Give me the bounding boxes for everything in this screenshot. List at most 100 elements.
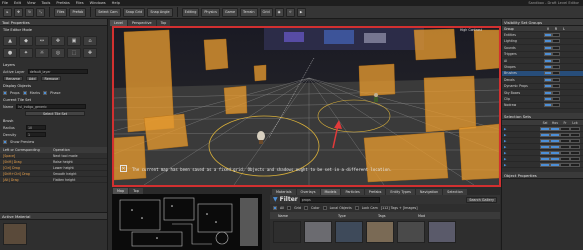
menu-file[interactable]: File <box>2 1 8 5</box>
expand-icon[interactable]: ▶ <box>504 151 540 155</box>
selection-toggle-checkbox[interactable] <box>560 156 570 161</box>
visible-checkbox[interactable] <box>544 96 552 101</box>
menu-view[interactable]: View <box>27 1 36 5</box>
selection-toggle-checkbox[interactable] <box>540 126 550 131</box>
visible-checkbox[interactable] <box>544 71 552 76</box>
select-icon[interactable]: ▸ <box>3 7 12 17</box>
tool-button[interactable]: ▣ <box>67 36 81 46</box>
tile-set-name-field[interactable]: lvl_indigo_generic <box>16 104 87 109</box>
radius-field[interactable]: 10 <box>26 125 46 130</box>
remove-layer-button[interactable]: Remove <box>41 76 62 81</box>
selection-toggle-checkbox[interactable] <box>570 126 580 131</box>
asset-thumbnail[interactable] <box>366 221 394 243</box>
material-preview[interactable] <box>3 223 27 245</box>
grid-checkbox[interactable] <box>287 206 292 210</box>
light-icon[interactable]: ☼ <box>285 7 295 17</box>
add-layer-button[interactable]: Add <box>25 76 39 81</box>
move-icon[interactable]: ✥ <box>14 7 23 17</box>
tool-button[interactable]: ● <box>3 48 17 58</box>
asset-thumbnail[interactable] <box>397 221 425 243</box>
selection-toggle-checkbox[interactable] <box>550 132 560 137</box>
asset-thumbnail[interactable] <box>304 221 332 243</box>
display-marks-checkbox[interactable] <box>22 90 27 95</box>
tool-button[interactable]: ⬚ <box>67 48 81 58</box>
menu-edit[interactable]: Edit <box>14 1 21 5</box>
snap-grid-button[interactable]: Snap Grid <box>122 7 146 17</box>
lock-cam-checkbox[interactable] <box>354 206 359 210</box>
selection-toggle-checkbox[interactable] <box>550 162 560 167</box>
selection-set-row[interactable]: ▶ <box>502 162 583 169</box>
menu-files[interactable]: Files <box>76 1 84 5</box>
display-phase-checkbox[interactable] <box>43 90 48 95</box>
tool-button[interactable]: ☼ <box>35 48 49 58</box>
show-preview-checkbox[interactable] <box>3 139 7 144</box>
selection-toggle-checkbox[interactable] <box>540 156 550 161</box>
close-icon[interactable]: ✕ <box>120 165 127 172</box>
camera-icon[interactable]: ◉ <box>274 7 284 17</box>
files-button[interactable]: Files <box>54 7 68 17</box>
menu-windows[interactable]: Windows <box>90 1 106 5</box>
selection-toggle-checkbox[interactable] <box>560 126 570 131</box>
density-field[interactable]: 1 <box>26 132 46 137</box>
selection-toggle-checkbox[interactable] <box>570 156 580 161</box>
tool-button[interactable]: ✚ <box>83 48 97 58</box>
visible-checkbox[interactable] <box>544 90 552 95</box>
col-name[interactable]: Name <box>270 214 330 218</box>
select-cam-button[interactable]: Select Cam <box>95 7 121 17</box>
selection-toggle-checkbox[interactable] <box>560 132 570 137</box>
selection-toggle-checkbox[interactable] <box>540 162 550 167</box>
selection-toggle-checkbox[interactable] <box>560 162 570 167</box>
selection-toggle-checkbox[interactable] <box>540 150 550 155</box>
grid-button[interactable]: Grid <box>259 7 273 17</box>
rename-layer-button[interactable]: Rename <box>3 76 23 81</box>
all-checkbox[interactable] <box>273 206 277 210</box>
snap-angle-button[interactable]: Snap Angle <box>147 7 173 17</box>
selection-toggle-checkbox[interactable] <box>550 144 560 149</box>
list-item[interactable]: Nodraw <box>502 103 583 110</box>
3d-viewport[interactable] <box>112 26 501 187</box>
terrain-button[interactable]: Terrain <box>240 7 258 17</box>
col-mod[interactable]: Mod <box>410 214 450 218</box>
visible-checkbox[interactable] <box>544 65 552 70</box>
selection-toggle-checkbox[interactable] <box>540 144 550 149</box>
visible-checkbox[interactable] <box>544 45 552 50</box>
tool-button[interactable]: ✦ <box>19 48 33 58</box>
expand-icon[interactable]: ▶ <box>504 139 540 143</box>
play-icon[interactable]: ▶ <box>296 7 306 17</box>
selection-toggle-checkbox[interactable] <box>570 132 580 137</box>
selection-toggle-checkbox[interactable] <box>560 138 570 143</box>
local-objects-checkbox[interactable] <box>322 206 327 210</box>
scale-icon[interactable]: ⤡ <box>36 7 45 17</box>
search-input[interactable]: props <box>299 196 380 203</box>
visible-checkbox[interactable] <box>544 84 552 89</box>
display-props-checkbox[interactable] <box>3 90 7 95</box>
rotate-icon[interactable]: ↻ <box>25 7 34 17</box>
asset-thumbnail[interactable] <box>335 221 363 243</box>
selection-toggle-checkbox[interactable] <box>570 144 580 149</box>
game-button[interactable]: Game <box>221 7 239 17</box>
minimap-view[interactable] <box>112 194 262 250</box>
asset-thumbnail[interactable] <box>273 221 301 243</box>
expand-icon[interactable]: ▶ <box>504 157 540 161</box>
tool-button[interactable]: ✥ <box>51 36 65 46</box>
selection-toggle-checkbox[interactable] <box>560 144 570 149</box>
visible-checkbox[interactable] <box>544 58 552 63</box>
visible-checkbox[interactable] <box>544 52 552 57</box>
asset-thumbnail[interactable] <box>428 221 456 243</box>
expand-icon[interactable]: ▶ <box>504 163 540 167</box>
menu-help[interactable]: Help <box>112 1 120 5</box>
menu-prefabs[interactable]: Prefabs <box>56 1 69 5</box>
physics-button[interactable]: Physics <box>201 7 220 17</box>
tool-button[interactable]: ◎ <box>51 48 65 58</box>
active-layer-select[interactable]: default_layer <box>27 69 88 74</box>
expand-icon[interactable]: ▶ <box>504 145 540 149</box>
tool-button[interactable]: ◆ <box>19 36 33 46</box>
visible-checkbox[interactable] <box>544 39 552 44</box>
selection-toggle-checkbox[interactable] <box>540 132 550 137</box>
expand-icon[interactable]: ▶ <box>504 133 540 137</box>
menu-tools[interactable]: Tools <box>42 1 51 5</box>
selection-toggle-checkbox[interactable] <box>550 138 560 143</box>
selection-toggle-checkbox[interactable] <box>570 162 580 167</box>
tool-button[interactable]: ↔ <box>35 36 49 46</box>
expand-icon[interactable]: ▶ <box>504 127 540 131</box>
